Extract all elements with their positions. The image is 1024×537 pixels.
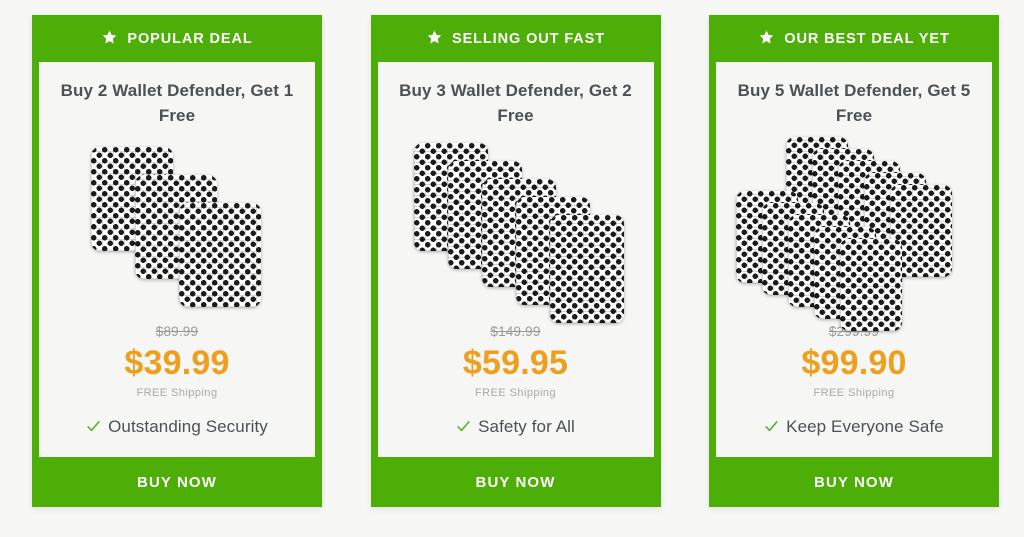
- card-body: Buy 5 Wallet Defender, Get 5 Free $299.9…: [716, 62, 992, 457]
- shipping-note: FREE Shipping: [474, 386, 557, 399]
- current-price: $99.90: [801, 343, 907, 382]
- original-price: $89.99: [155, 323, 199, 339]
- pricing-card[interactable]: SELLING OUT FAST Buy 3 Wallet Defender, …: [370, 15, 661, 507]
- card-body: Buy 2 Wallet Defender, Get 1 Free $89.99…: [39, 62, 315, 457]
- check-icon: [765, 421, 778, 432]
- buy-now-button[interactable]: BUY NOW: [370, 457, 661, 507]
- card-body: Buy 3 Wallet Defender, Get 2 Free $149.9…: [377, 62, 654, 457]
- feature-label: Safety for All: [478, 416, 575, 436]
- feature-row: Safety for All: [456, 417, 575, 437]
- deal-title: Buy 5 Wallet Defender, Get 5 Free: [737, 81, 971, 125]
- feature-row: Outstanding Security: [86, 417, 268, 437]
- star-icon: [760, 30, 774, 44]
- price-area: $89.99 $39.99 FREE Shipping: [124, 324, 229, 399]
- original-price: $149.99: [490, 323, 541, 339]
- buy-now-button[interactable]: BUY NOW: [32, 457, 322, 507]
- product-sleeve: [179, 202, 261, 307]
- deal-title: Buy 3 Wallet Defender, Get 2 Free: [399, 81, 632, 125]
- feature-label: Keep Everyone Safe: [786, 416, 944, 436]
- card-header-badge: OUR BEST DEAL YET: [709, 15, 999, 62]
- star-icon: [103, 30, 117, 44]
- card-badge-label: OUR BEST DEAL YET: [784, 30, 950, 47]
- feature-label: Outstanding Security: [108, 416, 268, 436]
- product-sleeve: [840, 238, 902, 331]
- star-icon: [427, 30, 442, 44]
- card-header-badge: POPULAR DEAL: [32, 15, 322, 62]
- deal-title: Buy 2 Wallet Defender, Get 1 Free: [60, 81, 294, 125]
- current-price: $39.99: [124, 343, 230, 382]
- buy-now-label: BUY NOW: [475, 473, 556, 491]
- product-image: [386, 137, 646, 323]
- buy-now-button[interactable]: BUY NOW: [709, 457, 999, 507]
- shipping-note: FREE Shipping: [136, 386, 218, 399]
- price-area: $299.99 $99.90 FREE Shipping: [801, 324, 906, 399]
- pricing-card[interactable]: POPULAR DEAL Buy 2 Wallet Defender, Get …: [32, 15, 322, 507]
- card-badge-label: POPULAR DEAL: [127, 30, 253, 47]
- current-price: $59.95: [462, 343, 569, 382]
- buy-now-label: BUY NOW: [137, 473, 217, 491]
- pricing-card[interactable]: OUR BEST DEAL YET Buy 5 Wallet Defender,…: [709, 15, 999, 507]
- product-image: [724, 136, 984, 331]
- product-image: [47, 137, 307, 322]
- price-area: $149.99 $59.95 FREE Shipping: [463, 324, 568, 399]
- pricing-page: POPULAR DEAL Buy 2 Wallet Defender, Get …: [0, 0, 1024, 537]
- product-sleeve: [549, 214, 624, 323]
- buy-now-label: BUY NOW: [814, 473, 894, 491]
- check-icon: [457, 421, 470, 432]
- card-badge-label: SELLING OUT FAST: [452, 30, 605, 47]
- pricing-card-deck: POPULAR DEAL Buy 2 Wallet Defender, Get …: [32, 15, 999, 507]
- card-header-badge: SELLING OUT FAST: [370, 15, 661, 62]
- shipping-note: FREE Shipping: [813, 386, 895, 399]
- check-icon: [87, 421, 100, 432]
- feature-row: Keep Everyone Safe: [764, 417, 944, 437]
